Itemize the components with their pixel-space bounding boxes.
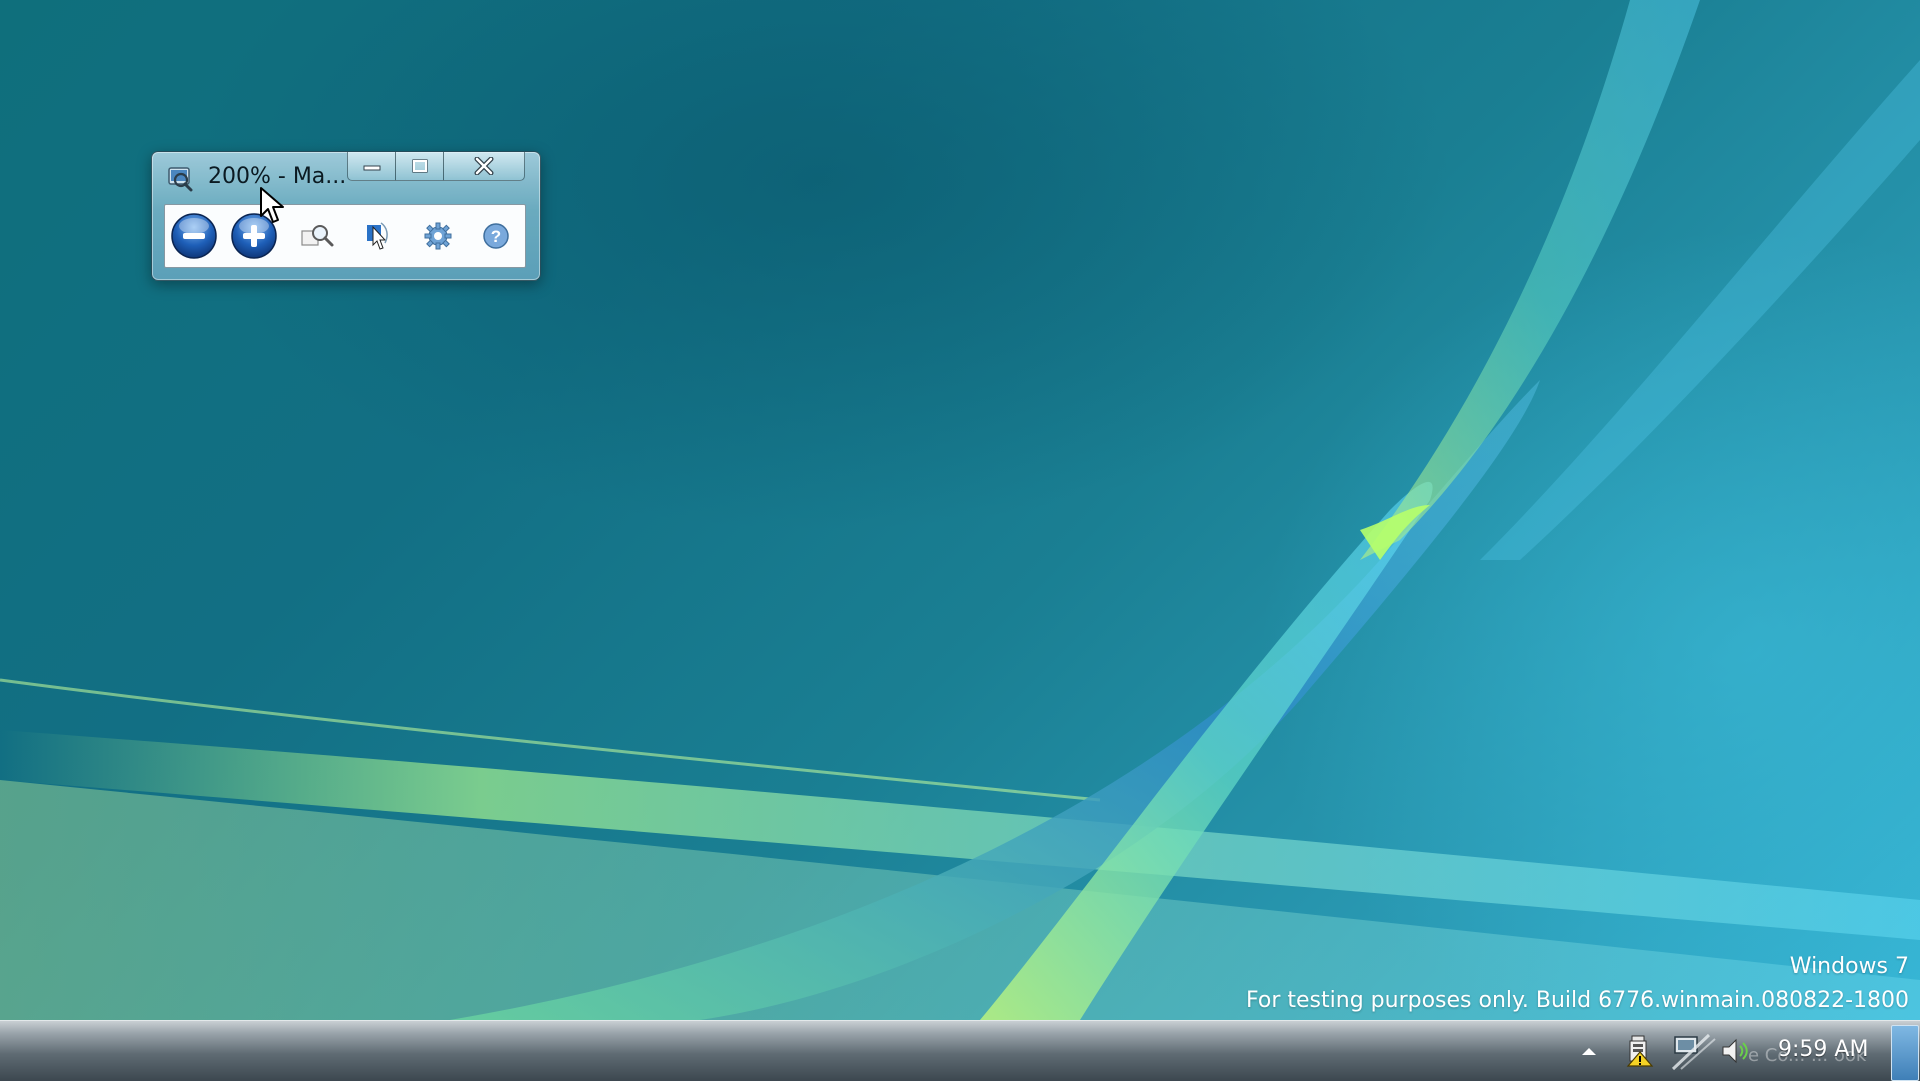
options-button[interactable] bbox=[413, 211, 463, 261]
build-watermark: Windows 7 For testing purposes only. Bui… bbox=[1246, 950, 1909, 1018]
svg-text:?: ? bbox=[491, 227, 501, 246]
focus-tracking-button[interactable] bbox=[353, 211, 403, 261]
zoom-in-button[interactable] bbox=[229, 211, 279, 261]
show-hidden-icons-button[interactable] bbox=[1578, 1041, 1600, 1061]
watermark-os-name: Windows 7 bbox=[1789, 954, 1909, 979]
desktop-wallpaper: 200% - Ma... ? Windows 7 For testing pur… bbox=[0, 0, 1920, 1020]
close-button[interactable] bbox=[443, 152, 525, 181]
network-icon bbox=[1671, 1033, 1716, 1071]
zoom-out-icon bbox=[171, 213, 217, 259]
close-icon bbox=[474, 157, 494, 175]
minimize-button[interactable] bbox=[347, 152, 396, 181]
magnifier-app-icon bbox=[168, 167, 193, 192]
magnifier-window[interactable]: 200% - Ma... ? bbox=[151, 151, 541, 281]
magnifier-window-title: 200% - Ma... bbox=[208, 164, 347, 189]
magnifier-toolbar: ? bbox=[164, 204, 526, 268]
views-magnifier-icon bbox=[301, 225, 334, 247]
help-icon: ? bbox=[483, 223, 509, 249]
zoom-in-icon bbox=[231, 213, 277, 259]
options-gear-icon bbox=[424, 222, 452, 250]
action-center-warning-icon bbox=[1626, 1035, 1654, 1067]
show-desktop-button[interactable] bbox=[1891, 1025, 1919, 1081]
taskbar: e Co... ... ook 9:59 AM bbox=[0, 1020, 1920, 1081]
taskbar-clock[interactable]: 9:59 AM bbox=[1778, 1037, 1868, 1062]
help-button[interactable]: ? bbox=[471, 211, 521, 261]
watermark-build-text: For testing purposes only. Build 6776.wi… bbox=[1246, 988, 1909, 1013]
tray-network[interactable] bbox=[1668, 1033, 1718, 1071]
maximize-button[interactable] bbox=[395, 152, 444, 181]
zoom-out-button[interactable] bbox=[169, 211, 219, 261]
maximize-icon bbox=[411, 159, 428, 173]
focus-tracking-icon bbox=[367, 222, 388, 250]
views-button[interactable] bbox=[293, 211, 343, 261]
tray-up-arrow-icon bbox=[1582, 1048, 1596, 1055]
tray-action-center[interactable] bbox=[1622, 1033, 1658, 1069]
minimize-icon bbox=[363, 165, 380, 171]
